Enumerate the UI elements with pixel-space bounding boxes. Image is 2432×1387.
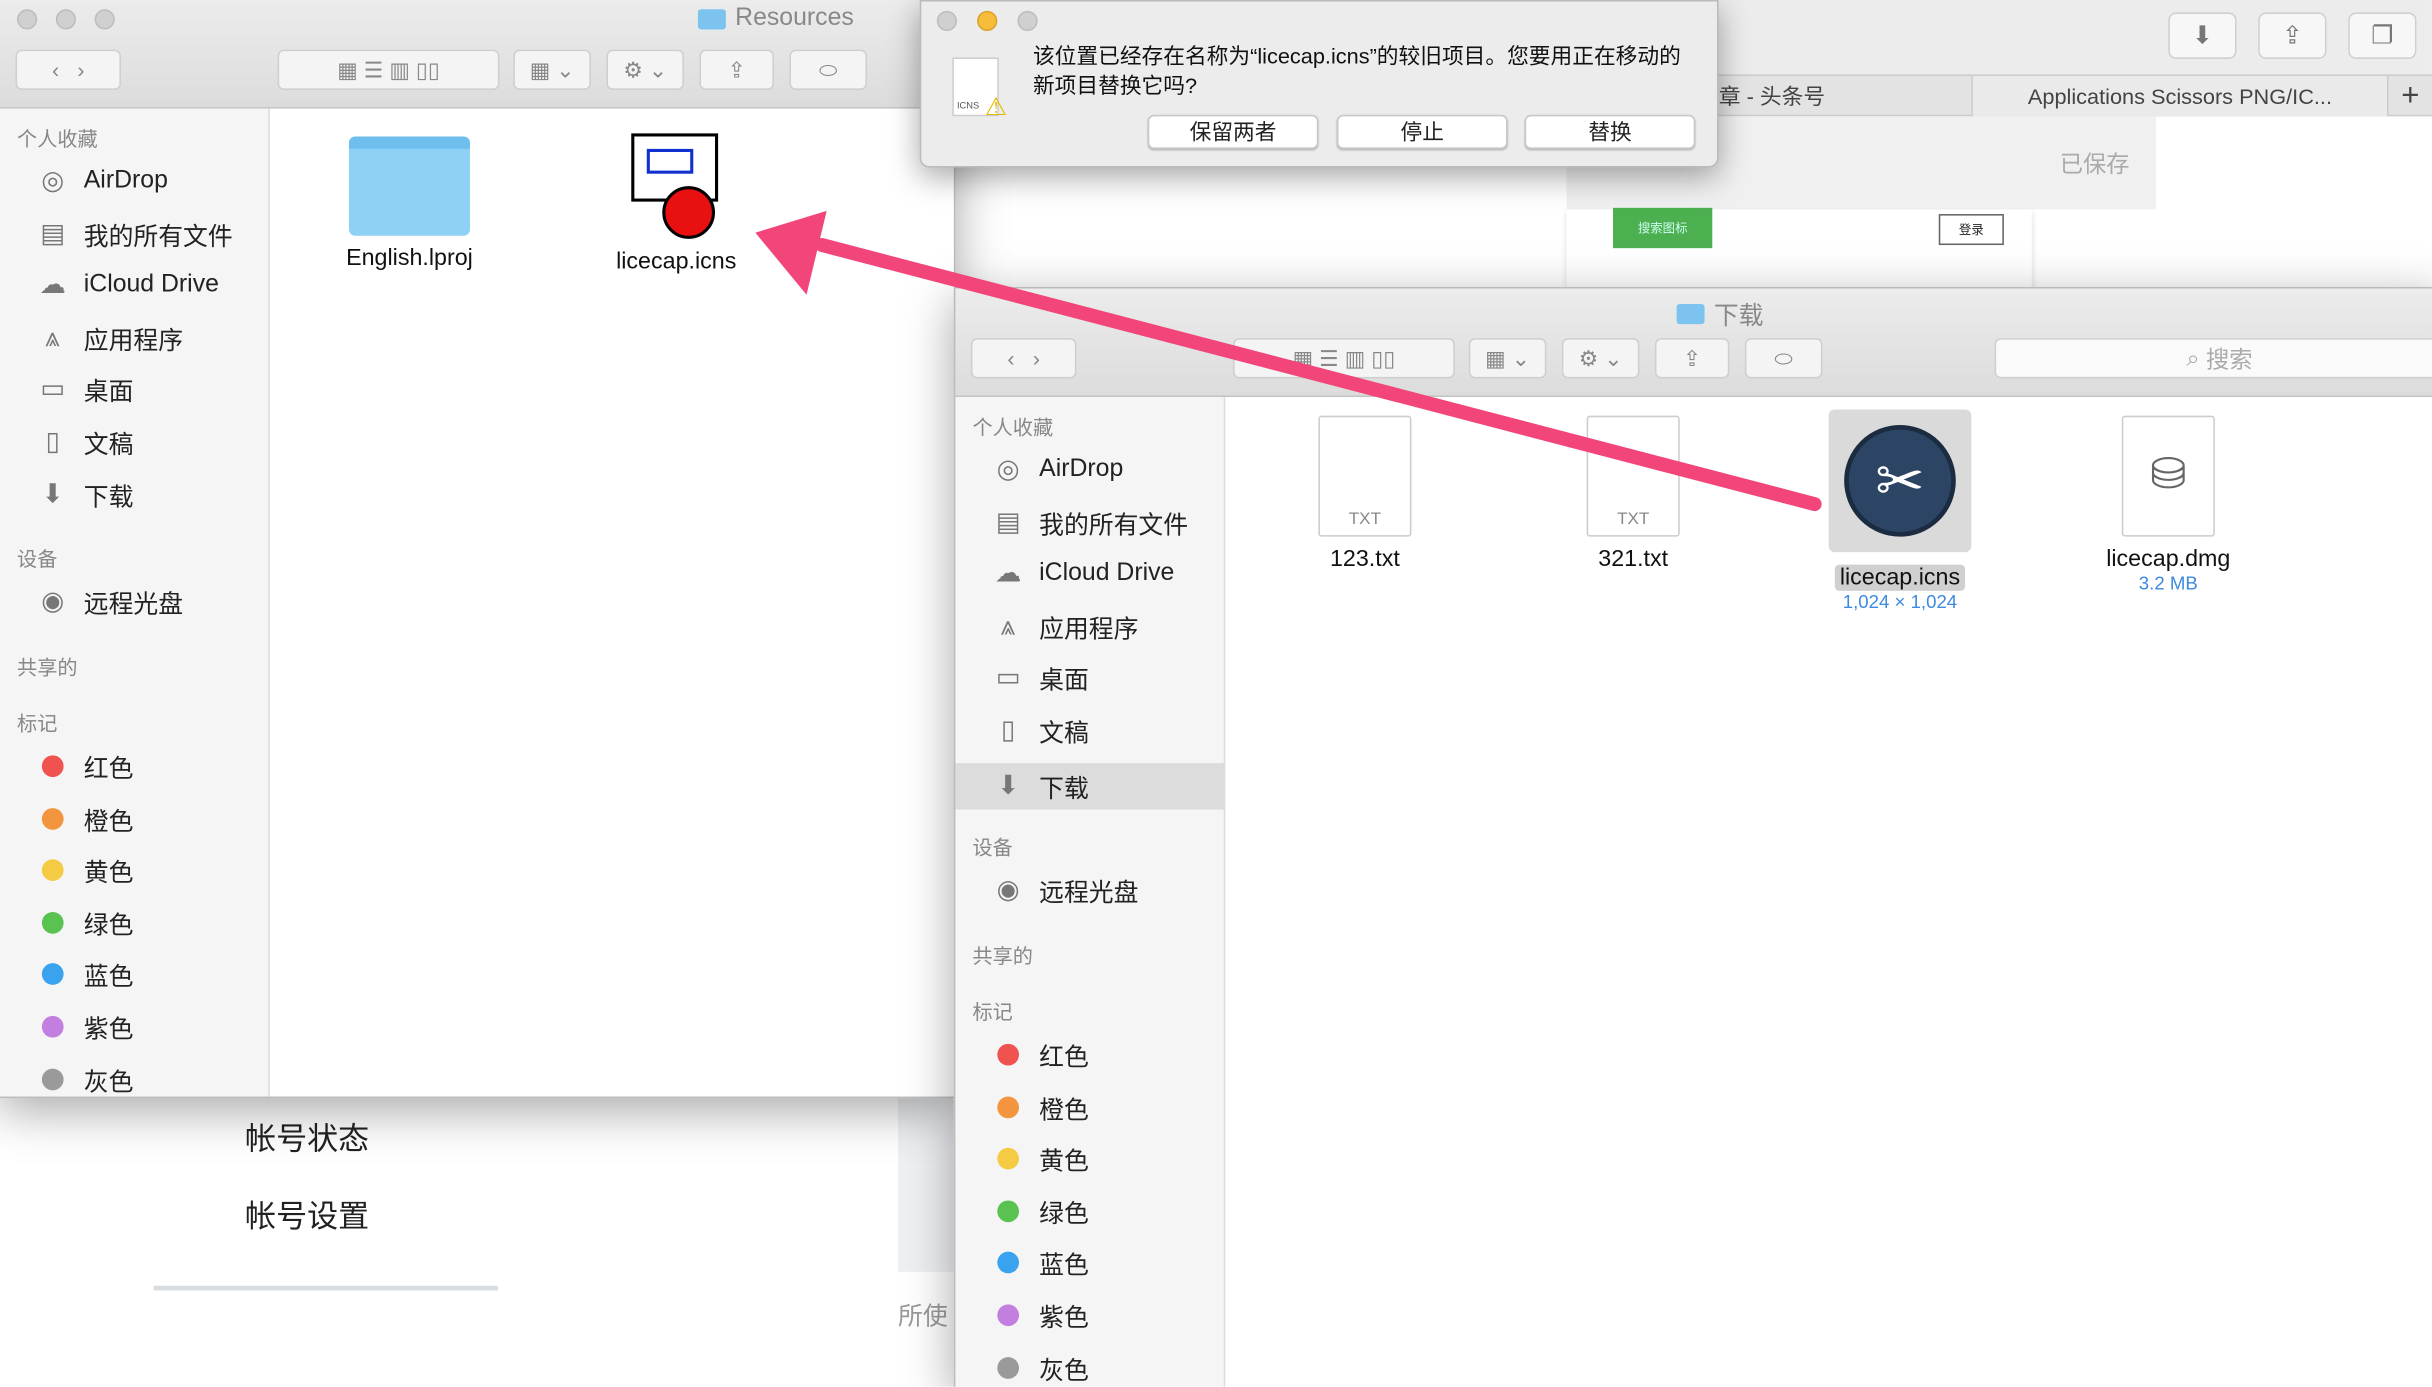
zoom-button[interactable] xyxy=(1017,10,1038,32)
keep-both-button[interactable]: 保留两者 xyxy=(1147,114,1319,149)
close-button[interactable] xyxy=(936,10,957,32)
arrow-shaft xyxy=(815,238,1822,512)
arrow-head xyxy=(755,210,827,295)
drag-arrow xyxy=(755,210,1822,512)
replace-dialog: ICNS ⚠ 该位置已经存在名称为“licecap.icns”的较旧项目。您要用… xyxy=(919,0,1719,168)
minimize-button[interactable] xyxy=(977,10,998,32)
stop-button[interactable]: 停止 xyxy=(1336,114,1508,149)
dialog-message: 该位置已经存在名称为“licecap.icns”的较旧项目。您要用正在移动的新项… xyxy=(1032,43,1681,98)
warning-icon: ⚠ xyxy=(984,94,1008,121)
replace-button[interactable]: 替换 xyxy=(1524,114,1696,149)
icon-label: ICNS xyxy=(956,102,980,112)
